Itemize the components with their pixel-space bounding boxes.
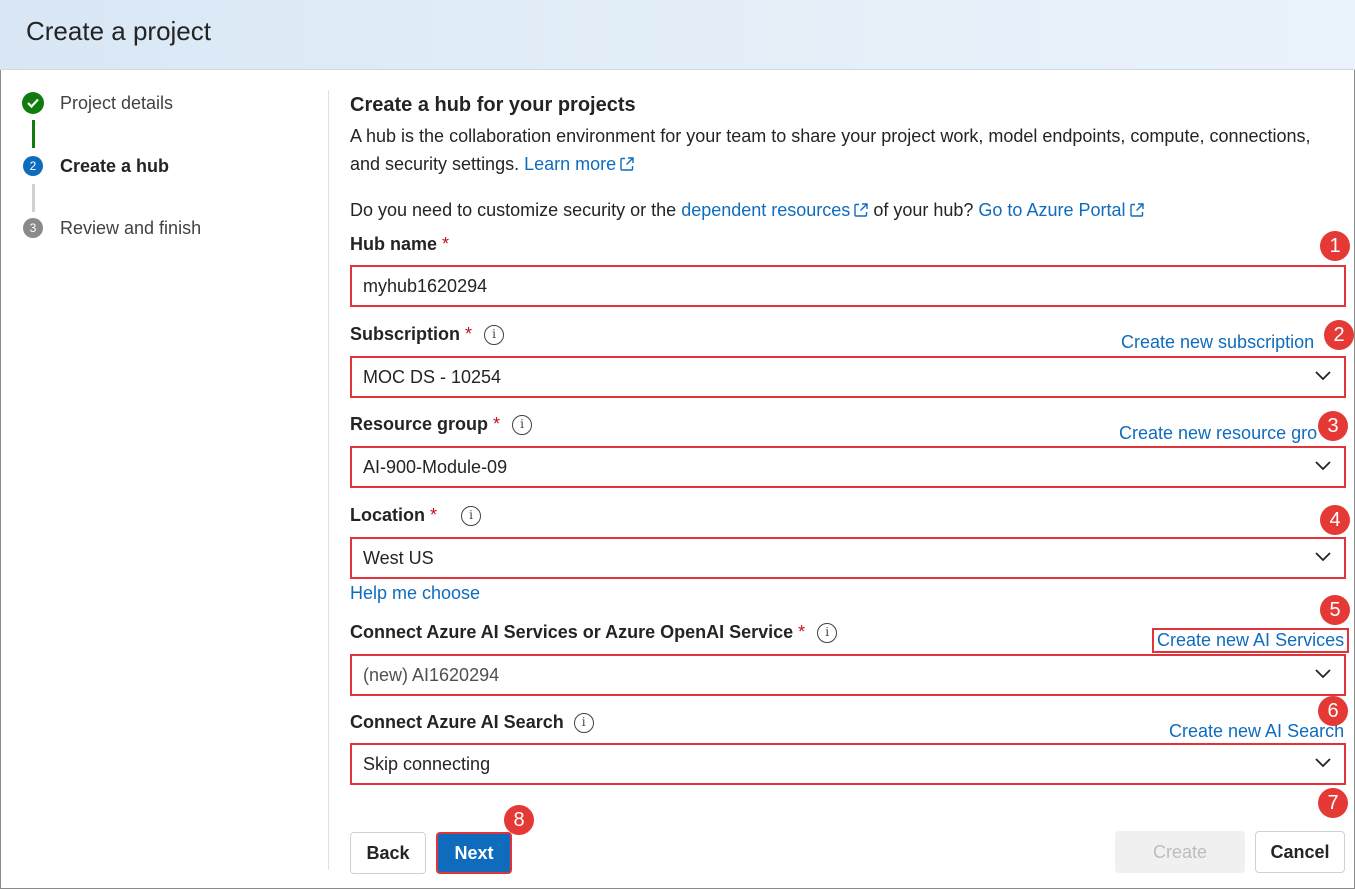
hub-name-label-text: Hub name [350, 234, 438, 254]
hub-name-label: Hub name * [350, 234, 449, 255]
chevron-down-icon [1315, 371, 1331, 381]
external-link-icon [620, 157, 634, 171]
checkmark-icon [22, 92, 44, 114]
annotation-badge: 8 [504, 805, 534, 835]
ai-search-value: Skip connecting [363, 753, 491, 774]
annotation-badge: 5 [1320, 595, 1350, 625]
section-title: Create a hub for your projects [350, 94, 636, 116]
chevron-down-icon [1315, 669, 1331, 679]
location-label: Location * i [350, 505, 482, 526]
customize-note: Do you need to customize security or the… [350, 200, 1144, 221]
location-value: West US [363, 547, 434, 568]
description-text: A hub is the collaboration environment f… [350, 126, 1311, 174]
annotation-badge: 7 [1318, 788, 1348, 818]
info-icon[interactable]: i [461, 505, 482, 526]
step-create-hub[interactable]: 2 Create a hub [22, 156, 169, 176]
required-marker: * [798, 622, 806, 642]
chevron-down-icon [1315, 758, 1331, 768]
step-label: Project details [60, 92, 174, 113]
create-new-subscription-link[interactable]: Create new subscription [1121, 332, 1314, 353]
back-button[interactable]: Back [350, 832, 426, 874]
step-connector [32, 184, 35, 212]
help-me-choose-link[interactable]: Help me choose [350, 583, 480, 604]
customize-prefix: Do you need to customize security or the [350, 200, 677, 220]
step-label: Review and finish [60, 217, 202, 238]
external-link-icon [1129, 203, 1144, 217]
ai-services-label: Connect Azure AI Services or Azure OpenA… [350, 622, 838, 643]
annotation-badge: 4 [1320, 505, 1350, 535]
customize-middle: of your hub? [873, 200, 974, 220]
create-new-resource-group-link[interactable]: Create new resource gro [1119, 423, 1317, 444]
chevron-down-icon [1315, 461, 1331, 471]
resource-group-label-text: Resource group [350, 414, 489, 434]
ai-search-dropdown[interactable]: Skip connecting [350, 743, 1346, 785]
ai-services-label-text: Connect Azure AI Services or Azure OpenA… [350, 622, 794, 642]
create-new-ai-search-link[interactable]: Create new AI Search [1169, 721, 1344, 742]
location-dropdown[interactable]: West US [350, 537, 1346, 579]
wizard-stepper: Project details 2 Create a hub 3 Review … [0, 70, 328, 889]
step-number: 2 [23, 156, 43, 176]
required-marker: * [465, 324, 473, 344]
annotation-badge: 6 [1318, 696, 1348, 726]
subscription-dropdown[interactable]: MOC DS - 10254 [350, 356, 1346, 398]
info-icon[interactable]: i [484, 324, 505, 345]
vertical-divider [328, 90, 329, 870]
chevron-down-icon [1315, 552, 1331, 562]
step-number: 3 [23, 218, 43, 238]
resource-group-label: Resource group * i [350, 414, 533, 435]
required-marker: * [493, 414, 501, 434]
resource-group-value: AI-900-Module-09 [363, 456, 508, 477]
dependent-resources-label: dependent resources [681, 200, 851, 220]
subscription-label-text: Subscription [350, 324, 461, 344]
cancel-button[interactable]: Cancel [1255, 831, 1345, 873]
external-link-icon [854, 203, 869, 217]
hub-name-input[interactable]: myhub1620294 [350, 265, 1346, 307]
required-marker: * [430, 505, 438, 525]
ai-search-label: Connect Azure AI Search i [350, 712, 594, 733]
info-icon[interactable]: i [573, 712, 594, 733]
annotation-badge: 3 [1318, 411, 1348, 441]
learn-more-link[interactable]: Learn more [524, 154, 634, 174]
info-icon[interactable]: i [512, 414, 533, 435]
annotation-badge: 1 [1320, 231, 1350, 261]
step-project-details[interactable]: Project details [22, 92, 173, 114]
subscription-value: MOC DS - 10254 [363, 366, 502, 387]
dependent-resources-link[interactable]: dependent resources [681, 200, 869, 220]
subscription-label: Subscription * i [350, 324, 505, 345]
create-new-ai-services-link[interactable]: Create new AI Services [1152, 628, 1350, 653]
azure-portal-link[interactable]: Go to Azure Portal [978, 200, 1144, 220]
resource-group-dropdown[interactable]: AI-900-Module-09 [350, 446, 1346, 488]
info-icon[interactable]: i [817, 622, 838, 643]
step-review-finish[interactable]: 3 Review and finish [22, 218, 201, 238]
location-label-text: Location [350, 505, 425, 525]
next-button[interactable]: Next [436, 832, 512, 874]
page-title: Create a project [26, 16, 211, 46]
section-description: A hub is the collaboration environment f… [350, 122, 1340, 178]
ai-services-dropdown[interactable]: (new) AI1620294 [350, 654, 1346, 696]
annotation-badge: 2 [1324, 320, 1354, 350]
step-label: Create a hub [60, 155, 170, 176]
step-connector [32, 120, 35, 148]
ai-search-label-text: Connect Azure AI Search [350, 712, 564, 732]
create-button[interactable]: Create [1115, 831, 1245, 873]
ai-services-value: (new) AI1620294 [363, 664, 500, 685]
page-header: Create a project [0, 0, 1355, 70]
learn-more-label: Learn more [524, 154, 617, 174]
hub-name-value: myhub1620294 [363, 275, 488, 296]
required-marker: * [442, 234, 450, 254]
azure-portal-label: Go to Azure Portal [978, 200, 1126, 220]
